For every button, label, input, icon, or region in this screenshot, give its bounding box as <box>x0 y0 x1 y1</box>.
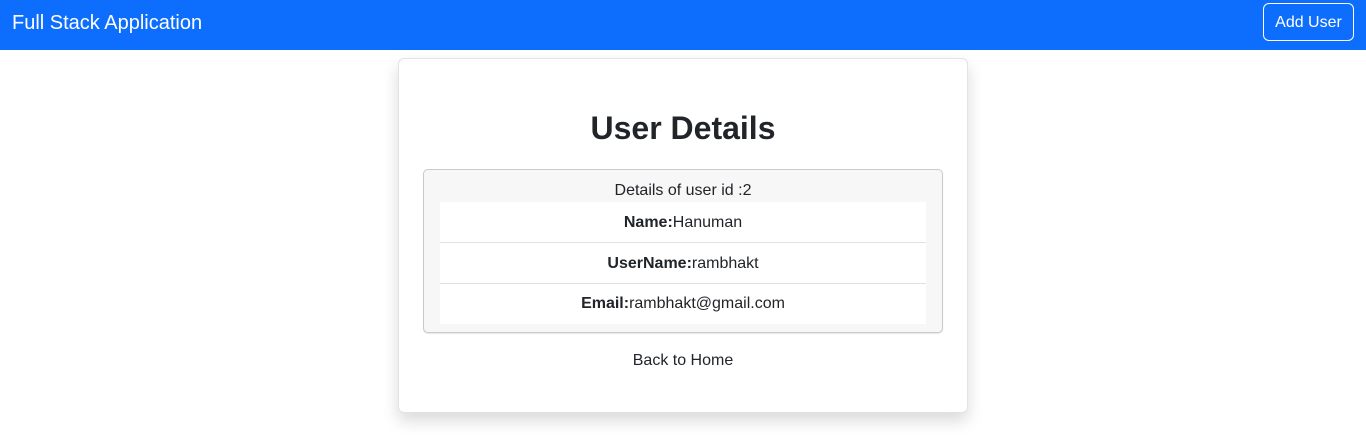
list-item-username: UserName:rambhakt <box>440 243 926 284</box>
field-label: Email: <box>581 295 630 312</box>
add-user-button[interactable]: Add User <box>1263 3 1354 41</box>
back-to-home-link[interactable]: Back to Home <box>633 352 733 369</box>
navbar: Full Stack Application Add User <box>0 0 1366 50</box>
details-header: Details of user id :2 <box>614 182 752 199</box>
list-item-email: Email:rambhakt@gmail.com <box>440 284 926 324</box>
navbar-brand[interactable]: Full Stack Application <box>12 12 202 34</box>
details-list: Name:Hanuman UserName:rambhakt Email:ram… <box>440 202 926 324</box>
list-item-name: Name:Hanuman <box>440 202 926 243</box>
field-label: Name: <box>623 214 673 231</box>
field-label: UserName: <box>607 255 692 272</box>
field-value: rambhakt <box>691 255 759 272</box>
field-value: Hanuman <box>672 214 743 231</box>
user-details-card: User Details Details of user id :2 Name:… <box>398 58 968 413</box>
field-value: rambhakt@gmail.com <box>629 295 785 312</box>
back-to-home-container: Back to Home <box>399 351 967 371</box>
details-panel: Details of user id :2 Name:Hanuman UserN… <box>423 169 943 333</box>
page-title: User Details <box>590 110 776 146</box>
